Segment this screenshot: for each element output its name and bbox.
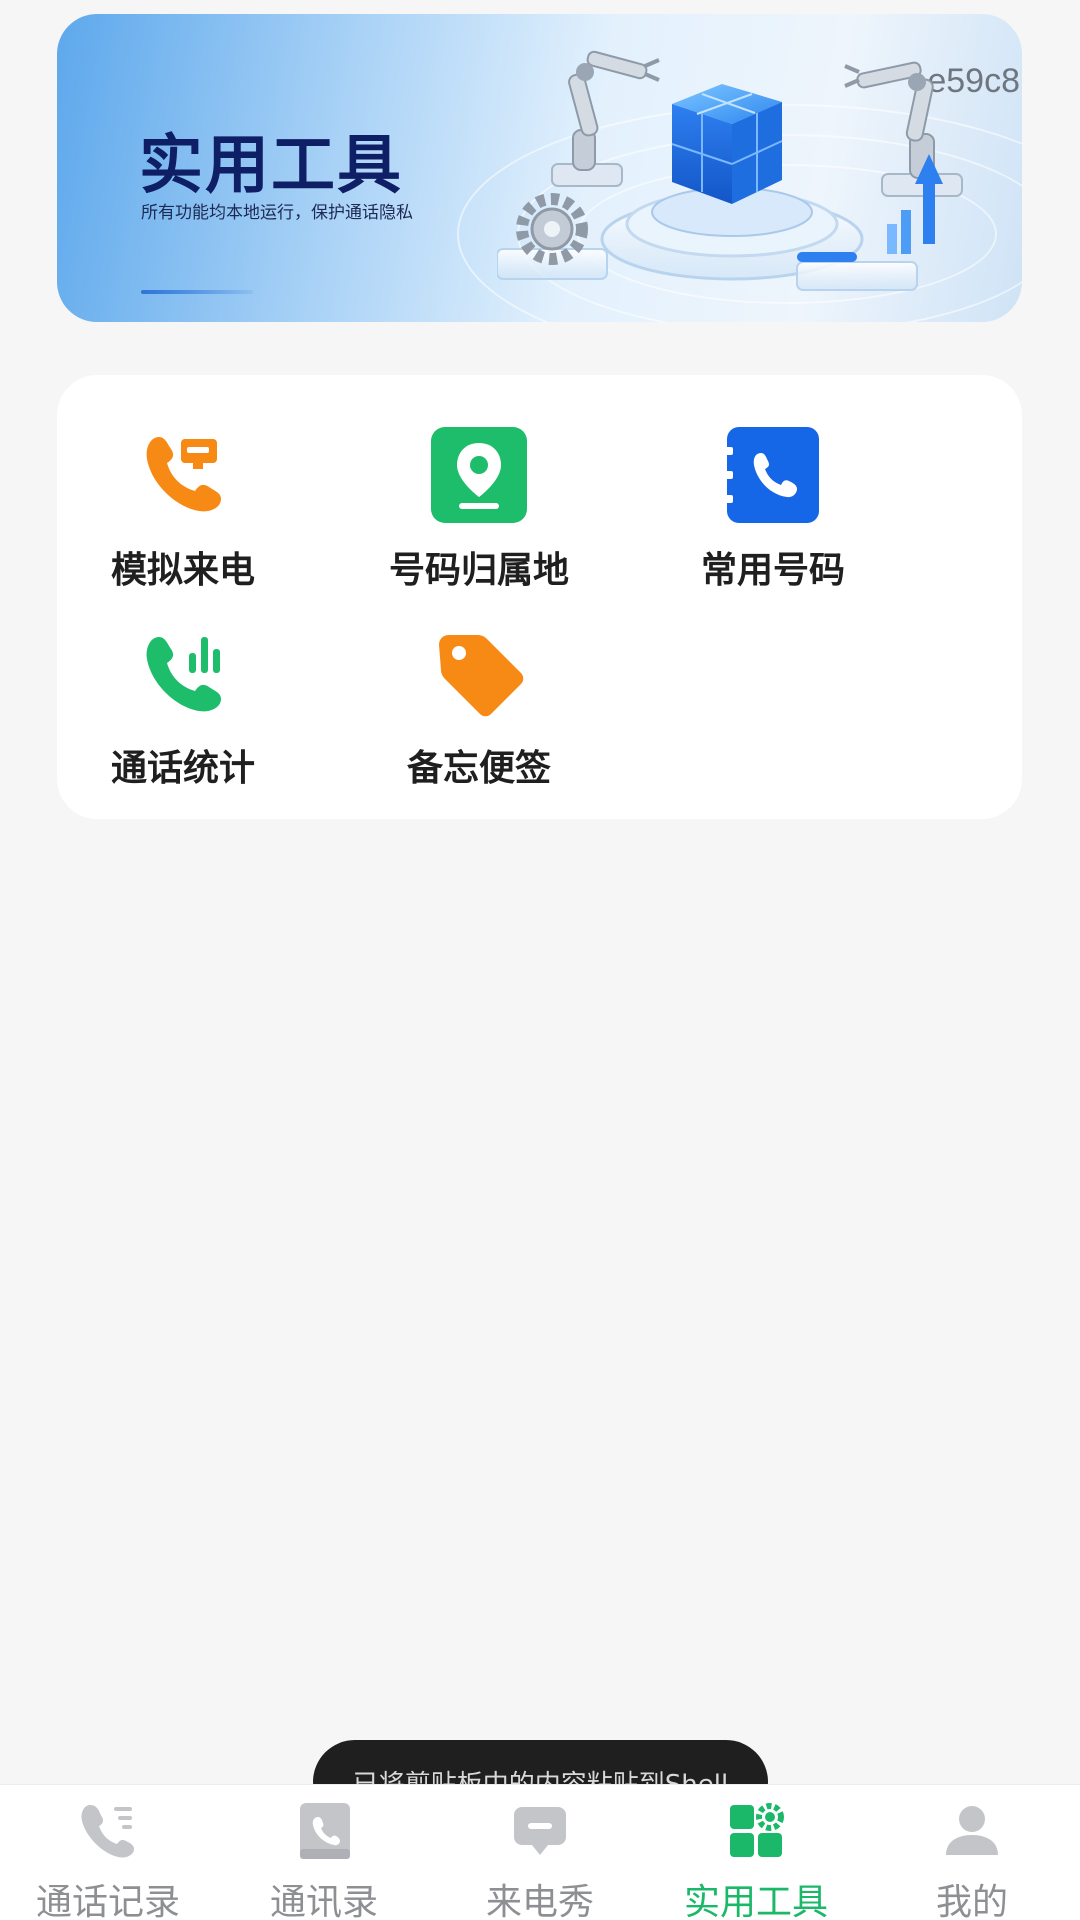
tag-icon <box>429 623 529 723</box>
location-pin-icon <box>429 425 529 525</box>
nav-item-tools[interactable]: 实用工具 <box>648 1799 864 1920</box>
nav-label: 我的 <box>935 1882 1008 1920</box>
banner-underline <box>141 290 253 294</box>
phone-message-icon <box>133 425 233 525</box>
robot-arms-cube-illustration <box>497 50 963 291</box>
nav-label: 通话记录 <box>35 1882 180 1920</box>
tool-memo-notes[interactable]: 备忘便签 <box>359 623 599 793</box>
profile-icon <box>940 1799 1004 1863</box>
phone-stats-icon <box>133 623 233 723</box>
tool-label: 通话统计 <box>110 748 255 789</box>
call-show-icon <box>508 1799 572 1863</box>
tools-card: 模拟来电 号码归属地 常用号码 通话统计 备忘便签 <box>57 375 1022 819</box>
banner-title: 实用工具 <box>139 129 403 203</box>
bottom-navigation: 通话记录 通讯录 来电秀 实用工具 我的 <box>0 1784 1080 1920</box>
banner-subtitle: 所有功能均本地运行，保护通话隐私 <box>141 203 413 223</box>
tools-icon <box>724 1799 788 1863</box>
nav-label: 通讯录 <box>269 1882 378 1920</box>
phone-book-icon <box>723 425 823 525</box>
tool-label: 号码归属地 <box>388 550 569 591</box>
tool-number-location[interactable]: 号码归属地 <box>359 425 599 595</box>
tool-common-numbers[interactable]: 常用号码 <box>653 425 893 595</box>
tool-call-stats[interactable]: 通话统计 <box>63 623 303 793</box>
nav-item-call-show[interactable]: 来电秀 <box>432 1799 648 1920</box>
nav-item-profile[interactable]: 我的 <box>864 1799 1080 1920</box>
tool-label: 模拟来电 <box>110 550 255 591</box>
call-log-icon <box>76 1799 140 1863</box>
nav-label: 来电秀 <box>485 1882 594 1920</box>
tools-banner: 实用工具 所有功能均本地运行，保护通话隐私 e59c8 <box>57 14 1022 322</box>
tool-mock-call[interactable]: 模拟来电 <box>63 425 303 595</box>
contacts-icon <box>292 1799 356 1863</box>
nav-item-contacts[interactable]: 通讯录 <box>216 1799 432 1920</box>
tool-label: 备忘便签 <box>406 748 551 789</box>
nav-label: 实用工具 <box>683 1882 828 1920</box>
nav-item-call-log[interactable]: 通话记录 <box>0 1799 216 1920</box>
tool-label: 常用号码 <box>700 550 845 591</box>
